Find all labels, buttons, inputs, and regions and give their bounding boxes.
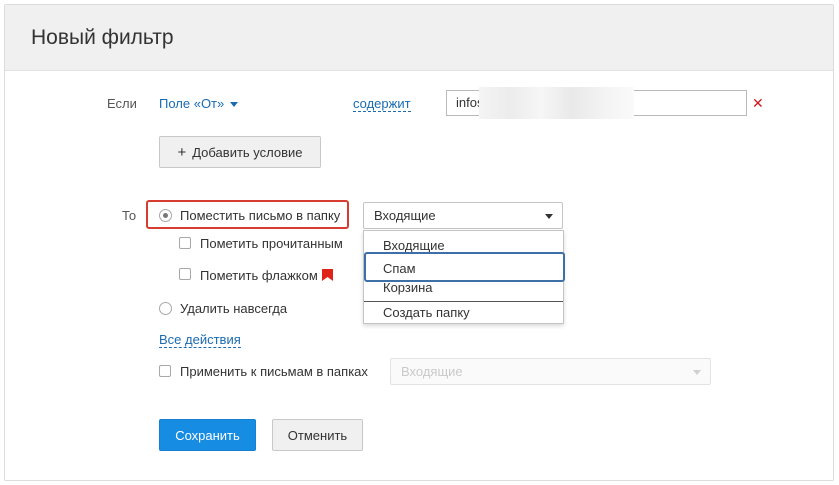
folder-select[interactable]: Входящие (363, 202, 563, 229)
field-selector[interactable]: Поле «От» (159, 96, 239, 111)
delete-forever-radio[interactable] (159, 302, 172, 315)
folder-select-value: Входящие (374, 208, 436, 223)
chevron-down-icon (545, 213, 553, 219)
apply-folders-select-value: Входящие (401, 364, 463, 379)
delete-forever-label: Удалить навсегда (180, 301, 288, 316)
move-to-folder-radio[interactable] (159, 209, 172, 222)
field-selector-label: Поле «От» (159, 96, 225, 111)
operator-label: содержит (353, 96, 411, 112)
save-button[interactable]: Сохранить (159, 419, 256, 451)
dropdown-option-create-folder[interactable]: Создать папку (364, 302, 563, 324)
highlight-frame-spam (364, 252, 565, 282)
add-condition-button[interactable]: + Добавить условие (159, 136, 321, 168)
operator-selector[interactable]: содержит (353, 96, 411, 112)
panel-header: Новый фильтр (5, 5, 833, 71)
flag-icon (322, 269, 333, 281)
move-to-folder-label: Поместить письмо в папку (180, 208, 341, 223)
mark-flag-checkbox[interactable] (179, 268, 191, 280)
plus-icon: + (177, 143, 187, 161)
cancel-button[interactable]: Отменить (272, 419, 363, 451)
then-label: То (122, 208, 137, 223)
apply-folders-select: Входящие (390, 358, 711, 385)
if-label: Если (107, 96, 137, 111)
cancel-button-label: Отменить (287, 427, 348, 443)
mark-read-checkbox[interactable] (179, 237, 191, 249)
page-title: Новый фильтр (31, 26, 174, 49)
apply-to-folders-checkbox[interactable] (159, 365, 171, 377)
redacted-overlay (479, 87, 634, 119)
save-button-label: Сохранить (175, 427, 240, 443)
mark-flag-label: Пометить флажком (200, 268, 318, 283)
add-condition-label: Добавить условие (192, 144, 303, 160)
chevron-down-icon (693, 369, 701, 375)
all-actions-link[interactable]: Все действия (159, 332, 241, 348)
chevron-down-icon (230, 102, 239, 108)
remove-condition-icon[interactable]: ✕ (752, 95, 764, 112)
all-actions-label: Все действия (159, 332, 241, 348)
apply-to-folders-label: Применить к письмам в папках (180, 364, 368, 379)
mark-read-label: Пометить прочитанным (200, 236, 343, 251)
